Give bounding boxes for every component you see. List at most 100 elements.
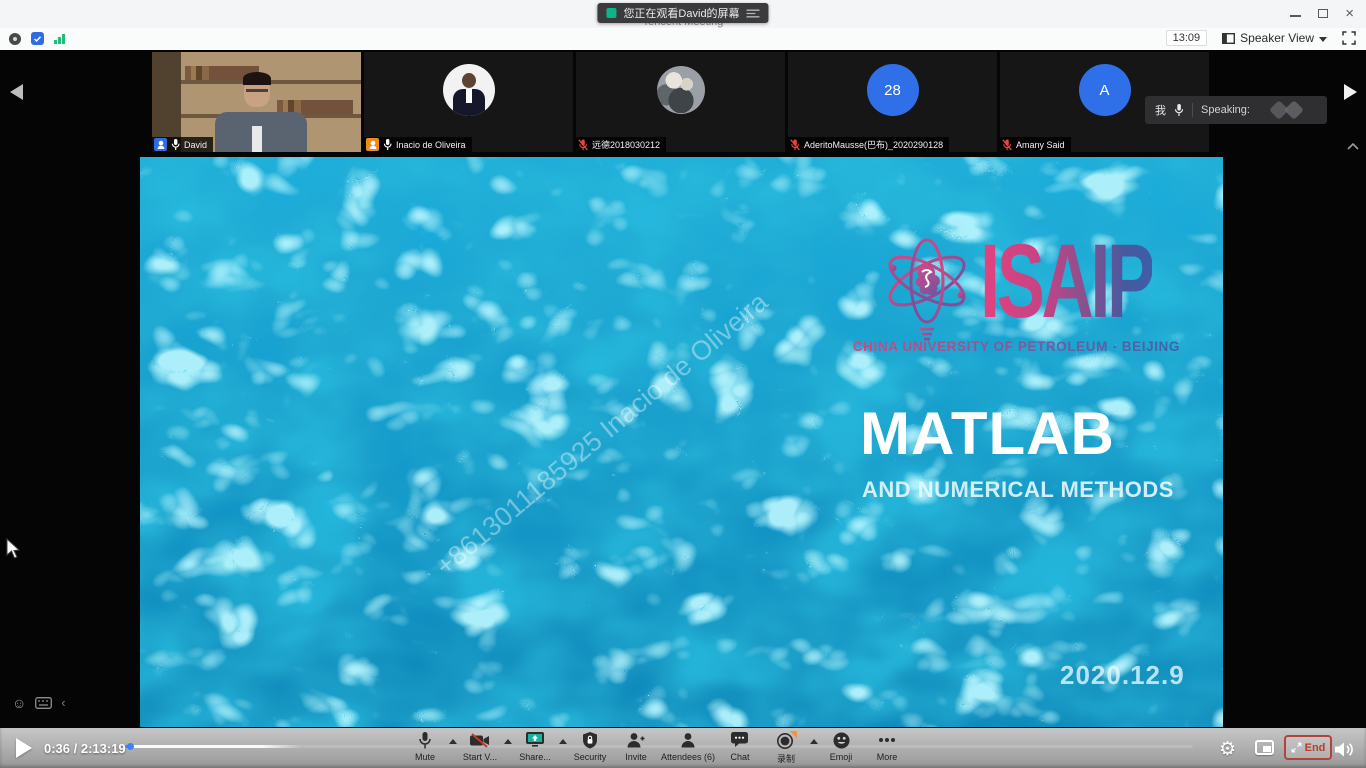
start-video-button[interactable]: Start V... [457,731,503,762]
divider [1192,103,1193,117]
collapse-thumbnails-chevron[interactable] [1346,142,1360,150]
mic-muted-icon [578,139,588,151]
collapse-arrows-icon [1291,742,1302,753]
record-button[interactable]: 录制 [763,731,809,765]
speaking-label: Speaking: [1201,104,1250,116]
record-options-caret[interactable] [809,739,818,744]
participant-name: 远德2018030212 [592,138,660,151]
participant-name: Amany Said [1016,140,1065,150]
attendees-person-icon [681,732,695,748]
avatar [657,66,705,114]
slide-title: MATLAB [860,399,1115,468]
close-icon[interactable]: × [1345,6,1354,21]
meeting-statusbar [0,28,1366,50]
meeting-clock: 13:09 [1166,30,1208,46]
fullscreen-icon[interactable] [1342,31,1356,45]
slide-date: 2020.12.9 [1060,660,1185,691]
chat-button[interactable]: Chat [717,731,763,762]
view-mode-selector[interactable]: Speaker View [1222,31,1327,45]
participant-video-inacio[interactable]: Inacio de Oliveira [364,52,573,152]
name-plate: Amany Said [1000,137,1071,152]
network-signal-icon[interactable] [54,34,65,44]
participant-video-aderito[interactable]: 28 AderitoMausse(巴布)_2020290128 [788,52,997,152]
record-circle-icon [776,731,797,749]
volume-icon[interactable] [1335,741,1356,758]
settings-gear-icon[interactable]: ⚙ [1219,740,1236,759]
participant-name: AderitoMausse(巴布)_2020290128 [804,138,943,151]
chat-bubble-icon [731,732,749,748]
buffered-segment [125,745,301,748]
thumbnails-scroll-right-arrow[interactable] [1344,84,1357,100]
watching-screen-tooltip: 您正在观看David的屏幕 [597,3,768,23]
tray-emoji-icon[interactable]: ☺ [12,696,26,710]
playback-time: 0:36 / 2:13:19 [44,741,126,756]
cohost-badge-icon [366,138,379,151]
meeting-info-icon[interactable] [9,33,21,45]
meeting-toolbar: Mute Start V... Share... Security Invite [402,731,910,765]
video-player-bar: Mute Start V... Share... Security Invite [0,728,1366,768]
participant-thumbnails-strip: David Inacio de Oliveira 远德2018030212 28 [152,52,1209,152]
isaip-logo-block: ISAIP [880,233,1185,345]
share-options-caret[interactable] [558,739,567,744]
mic-on-icon [383,139,392,151]
more-dots-icon [878,737,896,743]
mic-on-icon [171,139,180,151]
participant-video-david[interactable]: David [152,52,361,152]
name-plate: AderitoMausse(巴布)_2020290128 [788,137,949,152]
mute-options-caret[interactable] [448,739,457,744]
share-screen-icon [526,732,544,748]
participant-name: Inacio de Oliveira [396,140,466,150]
mouse-cursor [6,538,20,559]
video-player-screen: Tencent Meeting 您正在观看David的屏幕 × 13:09 Sp… [0,0,1366,768]
tray-keyboard-icon[interactable] [35,697,52,709]
speaker-view-icon [1222,33,1235,44]
participant-video-yuande[interactable]: 远德2018030212 [576,52,785,152]
mute-button[interactable]: Mute [402,731,448,762]
play-button[interactable] [16,738,32,758]
seek-knob[interactable] [127,743,134,750]
system-tray-icons: ☺ ‹ [12,695,66,710]
end-meeting-button[interactable]: End [1284,735,1332,760]
video-camera-off-icon [470,733,490,748]
picture-in-picture-icon[interactable] [1255,740,1274,755]
mic-muted-icon [1002,139,1012,151]
security-shield-icon[interactable] [31,32,44,45]
isaip-wordmark: ISAIP [980,233,1152,333]
maximize-icon[interactable] [1318,9,1328,18]
attendees-button[interactable]: Attendees (6) [659,731,717,762]
name-plate: David [152,137,213,152]
university-name: CHINA UNIVERSITY OF PETROLEUM - BEIJING [853,339,1180,354]
avatar-initials: 28 [867,64,919,116]
tray-chevron-left-icon[interactable]: ‹ [61,695,65,710]
shared-screen-slide: ISAIP CHINA UNIVERSITY OF PETROLEUM - BE… [140,157,1223,727]
more-button[interactable]: More [864,731,910,762]
emoji-button[interactable]: Emoji [818,731,864,762]
speaking-indicator-panel: 我 Speaking: [1145,96,1327,124]
share-screen-button[interactable]: Share... [512,731,558,762]
slide-subtitle: AND NUMERICAL METHODS [862,477,1174,503]
tooltip-text: 您正在观看David的屏幕 [623,5,739,21]
screen-share-status-icon [606,8,616,18]
me-label: 我 [1155,102,1166,118]
chevron-down-icon [1319,37,1327,42]
meeting-status-icons [9,32,65,45]
tooltip-menu-icon[interactable] [747,9,760,18]
mic-muted-icon [790,139,800,151]
end-label: End [1305,742,1326,754]
speaker-avatar-ghost [1284,100,1304,120]
invite-button[interactable]: Invite [613,731,659,762]
avatar-initials: A [1079,64,1131,116]
video-options-caret[interactable] [503,739,512,744]
name-plate: 远德2018030212 [576,137,666,152]
invite-person-icon [627,732,645,748]
emoji-face-icon [833,732,850,749]
thumbnails-scroll-left-arrow[interactable] [10,84,23,100]
view-mode-label: Speaker View [1240,31,1314,45]
security-lock-shield-icon [583,732,597,749]
atom-logo-icon [880,233,974,345]
security-button[interactable]: Security [567,731,613,762]
avatar [443,64,495,116]
minimize-icon[interactable] [1290,15,1301,17]
my-mic-icon [1174,104,1184,117]
name-plate: Inacio de Oliveira [364,137,472,152]
